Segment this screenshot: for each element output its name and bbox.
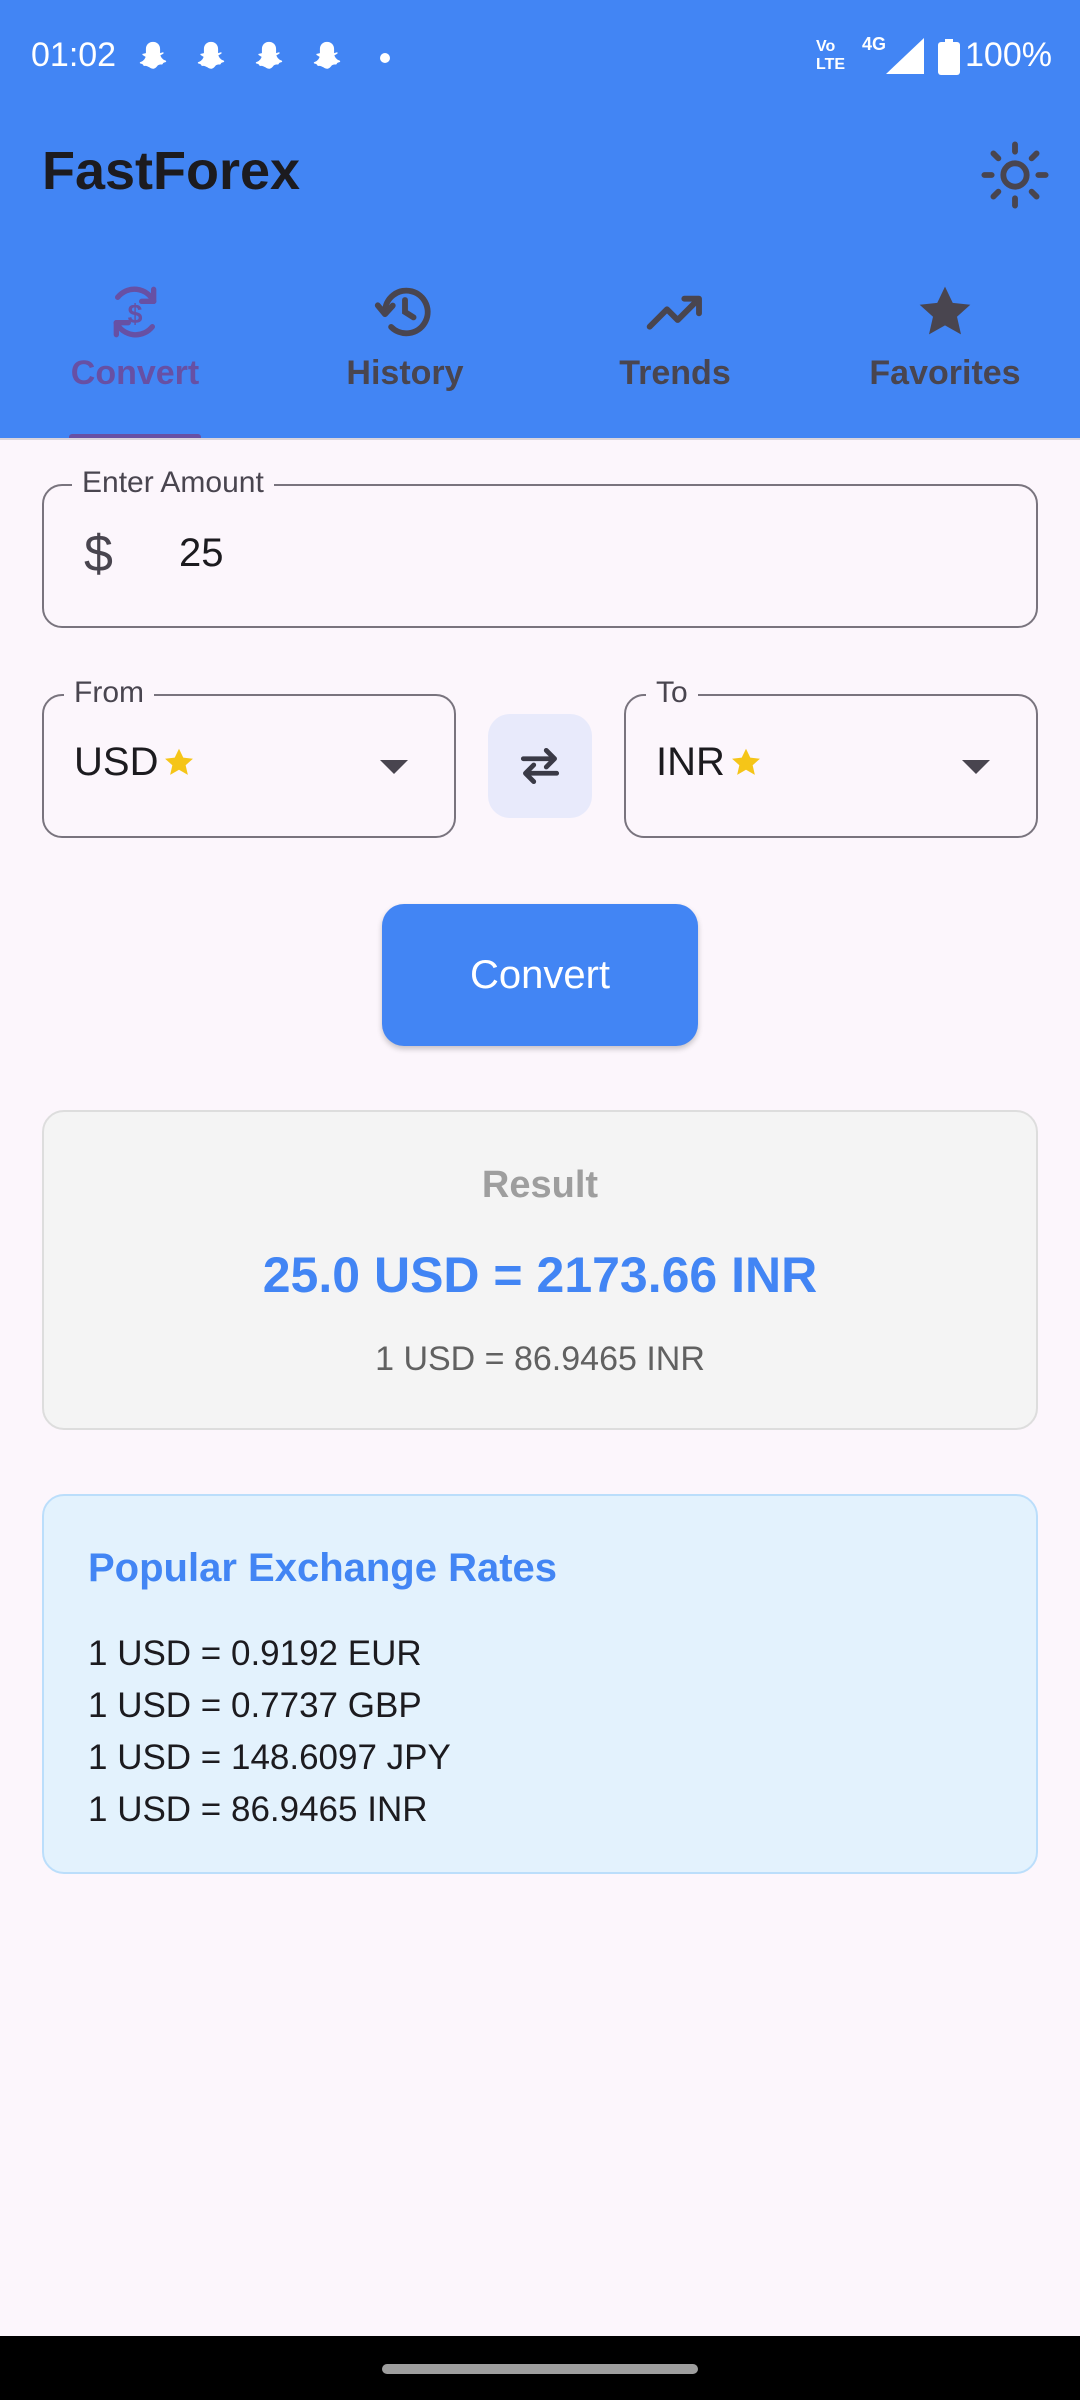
to-currency-value: INR	[656, 740, 725, 784]
from-currency-dropdown[interactable]: From USD	[42, 676, 456, 838]
home-gesture-handle[interactable]	[382, 2364, 698, 2374]
snapchat-icon	[255, 41, 283, 69]
tab-favorites[interactable]: Favorites	[810, 270, 1080, 438]
list-item: 1 USD = 148.6097 JPY	[88, 1738, 451, 1777]
amount-label: Enter Amount	[72, 466, 274, 500]
to-currency-dropdown[interactable]: To INR	[624, 676, 1038, 838]
tab-bar: $ Convert History Trends Favorites	[0, 270, 1080, 440]
sun-icon[interactable]	[980, 140, 1050, 210]
status-bar: 01:02 Vo LTE 4G 100%	[0, 0, 1080, 112]
swap-button[interactable]	[488, 714, 592, 818]
app-title: FastForex	[42, 141, 301, 201]
snapchat-icon	[313, 41, 341, 69]
currency-exchange-icon: $	[113, 286, 157, 338]
result-card: Result 25.0 USD = 2173.66 INR 1 USD = 86…	[42, 1110, 1038, 1430]
from-currency-value: USD	[74, 740, 159, 784]
status-time: 01:02	[31, 36, 117, 74]
svg-text:$: $	[128, 299, 143, 329]
tab-label: Favorites	[869, 354, 1021, 392]
trending-up-icon	[646, 295, 702, 330]
popular-rates-title: Popular Exchange Rates	[88, 1546, 558, 1590]
swap-horizontal-icon	[520, 747, 560, 785]
result-value: 25.0 USD = 2173.66 INR	[262, 1247, 818, 1303]
list-item: 1 USD = 0.7737 GBP	[88, 1686, 422, 1725]
to-label: To	[646, 676, 698, 710]
favorite-star-icon	[165, 748, 194, 775]
result-label: Result	[481, 1164, 599, 1206]
list-item: 1 USD = 0.9192 EUR	[88, 1634, 422, 1673]
signal-icon	[886, 38, 924, 74]
list-item: 1 USD = 86.9465 INR	[88, 1790, 428, 1829]
snapchat-icon	[197, 41, 225, 69]
convert-button[interactable]: Convert	[382, 904, 698, 1046]
from-selected: USD	[74, 740, 198, 785]
popular-rates-list: 1 USD = 0.9192 EUR 1 USD = 0.7737 GBP 1 …	[88, 1628, 451, 1836]
dollar-prefix: $	[84, 525, 113, 583]
battery-icon	[938, 39, 960, 75]
chevron-down-icon	[380, 760, 408, 774]
appbar-divider	[0, 438, 1080, 440]
favorite-star-icon	[731, 748, 760, 775]
history-icon	[374, 287, 431, 337]
star-icon	[919, 286, 971, 335]
amount-input[interactable]: 25	[179, 531, 224, 576]
from-label: From	[64, 676, 154, 710]
tab-label: Trends	[619, 354, 731, 392]
result-rate: 1 USD = 86.9465 INR	[375, 1340, 705, 1378]
battery-percent: 100%	[965, 36, 1052, 74]
tab-trends[interactable]: Trends	[540, 270, 810, 438]
tab-label: Convert	[70, 354, 200, 392]
snapchat-icon	[139, 41, 167, 69]
tab-convert[interactable]: $ Convert	[0, 270, 270, 440]
chevron-down-icon	[962, 760, 990, 774]
more-notifications-dot	[380, 53, 390, 63]
popular-rates-card: Popular Exchange Rates 1 USD = 0.9192 EU…	[42, 1494, 1038, 1874]
to-selected: INR	[656, 740, 765, 785]
volte-indicator: Vo LTE	[816, 38, 846, 73]
app-bar: 01:02 Vo LTE 4G 100% FastForex $ Convert	[0, 0, 1080, 440]
tab-label: History	[346, 354, 464, 392]
amount-field[interactable]: Enter Amount $ 25	[42, 466, 1038, 628]
tab-history[interactable]: History	[270, 270, 540, 438]
